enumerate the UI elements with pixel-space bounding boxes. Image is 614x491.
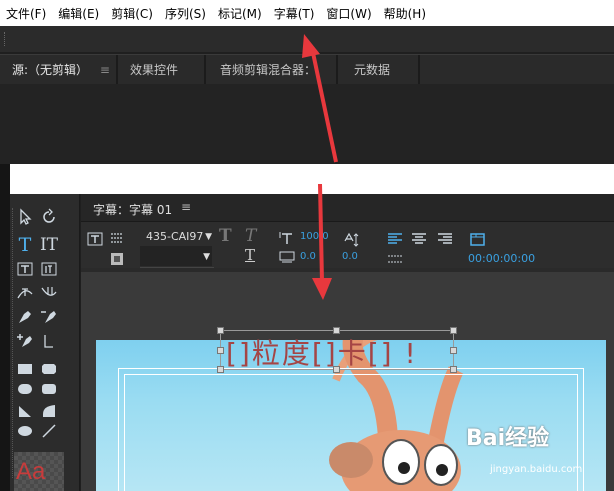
annotation-arrows bbox=[302, 34, 338, 300]
